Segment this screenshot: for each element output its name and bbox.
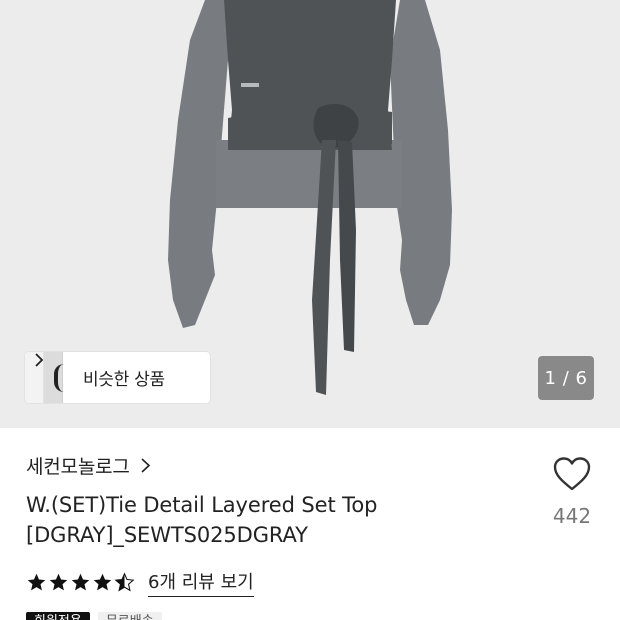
brand-name: 세컨모놀로그 — [26, 455, 130, 478]
badge-members-only: 회원전용 — [26, 612, 90, 620]
like-button[interactable]: 442 — [546, 456, 598, 532]
similar-products-label: 비슷한 상품 — [83, 370, 165, 390]
like-count: 442 — [552, 504, 592, 528]
product-detail-page: 비슷한 상품 1 / 6 세컨모놀로그 W.(SET)Tie Detail La… — [0, 0, 620, 620]
similar-products-thumbnails — [25, 352, 65, 403]
garment-logo-label — [241, 83, 259, 87]
star-filled-icon — [93, 573, 112, 590]
star-rating — [26, 571, 136, 593]
badge-free-shipping: 무료배송 — [97, 612, 162, 620]
garment-under-layer — [216, 140, 402, 208]
similar-products-button[interactable]: 비슷한 상품 — [25, 352, 210, 403]
chevron-right-icon — [35, 353, 44, 367]
star-filled-icon — [71, 573, 90, 590]
review-link[interactable]: 6개 리뷰 보기 — [148, 568, 254, 597]
product-image-gallery[interactable]: 비슷한 상품 1 / 6 — [0, 0, 620, 428]
product-title-line-2: [DGRAY]_SEWTS025DGRAY — [26, 523, 308, 547]
garment-tie-end-right — [338, 140, 356, 352]
image-page-counter: 1 / 6 — [538, 356, 594, 400]
similar-thumb-2 — [44, 352, 63, 403]
product-badges: 회원전용 무료배송 — [26, 612, 170, 620]
heart-outline-icon — [553, 457, 591, 491]
brand-link[interactable]: 세컨모놀로그 — [26, 450, 151, 480]
rating-row: 6개 리뷰 보기 — [26, 568, 254, 597]
star-filled-icon — [49, 573, 68, 590]
star-half-icon — [114, 571, 135, 591]
star-filled-icon — [27, 573, 46, 590]
product-title-line-1: W.(SET)Tie Detail Layered Set Top — [26, 493, 378, 517]
product-title: W.(SET)Tie Detail Layered Set Top [DGRAY… — [26, 490, 526, 550]
chevron-right-icon — [141, 457, 150, 473]
